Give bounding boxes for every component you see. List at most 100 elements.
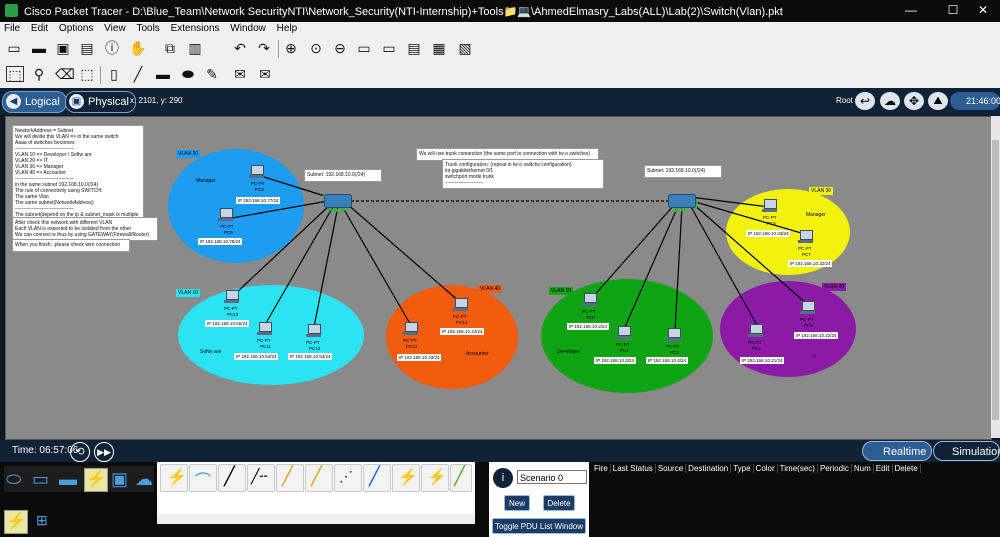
pdu-col-fire[interactable]: Fire xyxy=(592,464,611,473)
clock-display[interactable]: 21:46:00 xyxy=(950,92,1000,110)
phone-cable-icon[interactable]: ╱ xyxy=(305,464,333,492)
pdu-simple-icon[interactable]: ✉ xyxy=(232,66,248,82)
octal-cable-icon[interactable]: ⚡ xyxy=(421,464,449,492)
close-button[interactable]: ✕ xyxy=(968,3,998,19)
serial-dte-cable-icon[interactable]: ⚡ xyxy=(392,464,420,492)
logical-workspace[interactable]: NewtorkAddress = Subnet We will divide t… xyxy=(5,116,992,440)
list-icon[interactable]: ▤ xyxy=(406,40,422,56)
fiber-cable-icon[interactable]: ╱ xyxy=(276,464,304,492)
new-icon[interactable]: ▭ xyxy=(6,40,22,56)
image-icon[interactable]: ▧ xyxy=(457,40,473,56)
print-icon[interactable]: ▤ xyxy=(79,40,95,56)
copy-icon[interactable]: ⧉ xyxy=(162,40,178,56)
pc-icon[interactable] xyxy=(306,324,322,338)
console-cable-icon[interactable]: ⌒ xyxy=(189,464,217,492)
new-scenario-button[interactable]: New xyxy=(504,495,530,511)
pc-icon[interactable] xyxy=(666,328,682,342)
menu-extensions[interactable]: Extensions xyxy=(167,22,224,36)
zoom-in-icon[interactable]: ⊕ xyxy=(283,40,299,56)
connections-subcategory-icon[interactable]: ⚡ xyxy=(4,510,28,534)
pc-icon[interactable] xyxy=(249,165,265,179)
multiuser-icon[interactable]: ⊞ xyxy=(36,512,48,529)
menu-view[interactable]: View xyxy=(100,22,130,36)
navigation-icon[interactable]: ✥ xyxy=(904,92,924,110)
menu-file[interactable]: File xyxy=(0,22,24,36)
pc-icon[interactable] xyxy=(762,199,778,213)
pc-icon[interactable] xyxy=(257,322,273,336)
delete-icon[interactable]: ⌫ xyxy=(55,66,75,82)
pc-icon[interactable] xyxy=(800,301,816,315)
menu-options[interactable]: Options xyxy=(55,22,97,36)
realtime-tab[interactable]: Realtime xyxy=(862,441,932,461)
pc-icon[interactable] xyxy=(224,290,240,304)
auto-cable-icon[interactable]: ⚡ xyxy=(160,464,188,492)
menu-tools[interactable]: Tools xyxy=(132,22,163,36)
straight-through-cable-icon[interactable]: ╱ xyxy=(218,464,246,492)
hub-category-icon[interactable]: ▬ xyxy=(59,469,77,490)
power-cycle-icon[interactable]: ⟲ xyxy=(70,442,90,462)
router-category-icon[interactable]: ⬭ xyxy=(6,469,21,490)
custom-icon[interactable]: ▭ xyxy=(381,40,397,56)
menu-window[interactable]: Window xyxy=(226,22,270,36)
switch-left[interactable] xyxy=(324,194,352,208)
usb-cable-icon[interactable]: ╱ xyxy=(450,464,472,492)
rect-icon[interactable]: ▬ xyxy=(155,66,171,82)
info-icon[interactable]: ⓘ xyxy=(104,40,120,56)
simulation-tab[interactable]: Simulation xyxy=(933,441,1000,461)
menu-help[interactable]: Help xyxy=(273,22,302,36)
pdu-col-num[interactable]: Num xyxy=(851,464,874,473)
freeform-icon[interactable]: ✎ xyxy=(204,66,220,82)
line-icon[interactable]: ╱ xyxy=(130,66,146,82)
inspect-icon[interactable]: ⚲ xyxy=(31,66,47,82)
end-devices-category-icon[interactable]: ▣ xyxy=(111,469,128,490)
pdu-col-color[interactable]: Color xyxy=(753,464,778,473)
info-icon[interactable]: i xyxy=(493,468,513,488)
open-icon[interactable]: ▬ xyxy=(31,40,47,56)
resize-icon[interactable]: ⬚ xyxy=(79,66,95,82)
wan-category-icon[interactable]: ☁ xyxy=(135,469,153,490)
delete-scenario-button[interactable]: Delete xyxy=(543,495,575,511)
pc-icon[interactable] xyxy=(453,298,469,312)
pdu-col-periodic[interactable]: Periodic xyxy=(817,464,852,473)
serial-dce-cable-icon[interactable]: ╱ xyxy=(363,464,391,492)
palette-scrollbar[interactable] xyxy=(157,514,475,524)
note-icon[interactable]: ▯ xyxy=(106,66,122,82)
select-icon[interactable]: ⬚ xyxy=(6,66,24,83)
pdu-col-delete[interactable]: Delete xyxy=(892,464,921,473)
minimize-button[interactable]: — xyxy=(896,3,926,19)
wizard-icon[interactable]: ✋ xyxy=(129,40,146,56)
pc-icon[interactable] xyxy=(748,324,764,338)
pc-icon[interactable] xyxy=(218,208,234,222)
pc-icon[interactable] xyxy=(403,322,419,336)
ellipse-icon[interactable]: ⬬ xyxy=(180,66,196,82)
zoom-out-icon[interactable]: ⊖ xyxy=(332,40,348,56)
switch-category-icon[interactable]: ▭ xyxy=(32,469,49,490)
redo-icon[interactable]: ↷ xyxy=(256,40,272,56)
pdu-col-type[interactable]: Type xyxy=(730,464,754,473)
coaxial-cable-icon[interactable]: ⋰ xyxy=(334,464,362,492)
paste-icon[interactable]: ▥ xyxy=(187,40,203,56)
pdu-col-source[interactable]: Source xyxy=(655,464,687,473)
crossover-cable-icon[interactable]: ╱╌ xyxy=(247,464,275,492)
back-icon[interactable]: ↩ xyxy=(855,92,875,110)
fast-forward-icon[interactable]: ▶▶ xyxy=(94,442,114,462)
physical-tab[interactable]: ▣ Physical xyxy=(65,91,136,113)
menu-edit[interactable]: Edit xyxy=(27,22,52,36)
cluster-icon[interactable]: ☁ xyxy=(880,92,900,110)
switch-right[interactable] xyxy=(668,194,696,208)
scenario-select[interactable]: Scenario 0 xyxy=(517,470,587,484)
zoom-reset-icon[interactable]: ⊙ xyxy=(308,40,324,56)
scrollbar-thumb[interactable] xyxy=(992,140,999,420)
palette-icon[interactable]: ▭ xyxy=(356,40,372,56)
maximize-button[interactable]: ☐ xyxy=(938,3,968,19)
pc-icon[interactable] xyxy=(798,230,814,244)
pc-icon[interactable] xyxy=(616,326,632,340)
pdu-col-edit[interactable]: Edit xyxy=(873,464,893,473)
pdu-complex-icon[interactable]: ✉ xyxy=(257,66,273,82)
pdu-col-time[interactable]: Time(sec) xyxy=(777,464,818,473)
image-icon[interactable]: ▦ xyxy=(431,40,447,56)
pdu-col-destination[interactable]: Destination xyxy=(685,464,732,473)
environment-icon[interactable]: ⛰ xyxy=(928,92,948,110)
toggle-pdu-list-button[interactable]: Toggle PDU List Window xyxy=(492,518,586,534)
undo-icon[interactable]: ↶ xyxy=(232,40,248,56)
